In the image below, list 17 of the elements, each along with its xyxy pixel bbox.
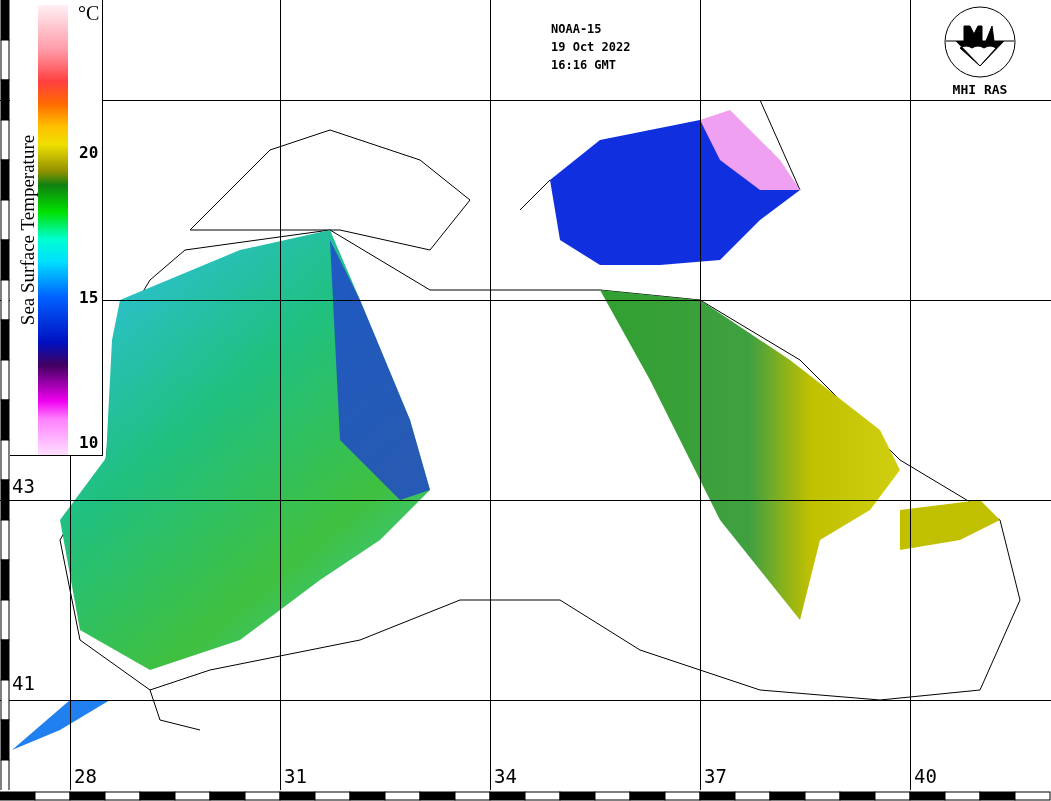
scale-tick-label: 15	[79, 288, 99, 307]
unit-label: °C	[78, 2, 100, 25]
longitude-label: 37	[704, 765, 727, 787]
latitude-label: 43	[12, 475, 35, 497]
longitude-label: 40	[914, 765, 937, 787]
longitude-label: 28	[74, 765, 97, 787]
satellite-name: NOAA-15	[551, 22, 603, 36]
longitude-label: 34	[494, 765, 517, 787]
logo-text: MHI RAS	[952, 82, 1008, 97]
latitude-label: 41	[12, 672, 35, 694]
time-label: 16:16 GMT	[551, 58, 618, 72]
colorbar-title: Sea Surface Temperature	[17, 134, 39, 326]
scale-tick-label: 10	[79, 433, 99, 452]
logo-icon	[944, 6, 1016, 78]
scale-tick-label: 20	[79, 143, 99, 162]
date-label: 19 Oct 2022	[551, 40, 631, 54]
longitude-label: 31	[284, 765, 307, 787]
